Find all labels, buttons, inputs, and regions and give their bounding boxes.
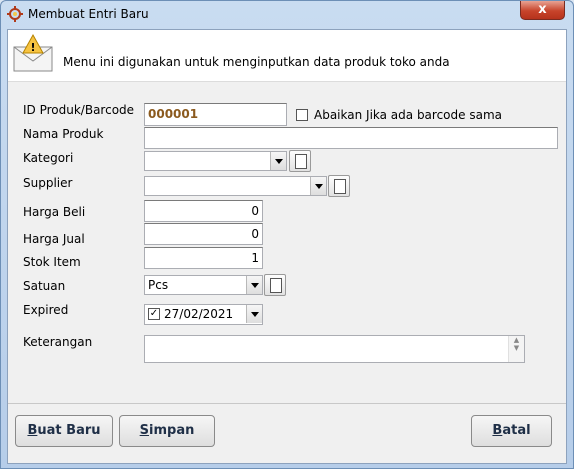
id-produk-input[interactable]: 000001 [144,103,287,126]
svg-text:!: ! [30,41,35,54]
chevron-down-icon[interactable] [310,177,326,195]
ignore-barcode-checkbox[interactable] [296,109,308,121]
dialog-window: Membuat Entri Baru x ! Menu ini digunaka… [0,0,574,469]
expired-datepicker[interactable]: ✓ 27/02/2021 [144,304,263,325]
add-supplier-button[interactable] [328,175,350,197]
kategori-combo[interactable] [144,151,287,171]
keterangan-textarea[interactable]: ▲ ▼ [144,335,525,363]
nama-produk-label: Nama Produk [23,127,104,141]
satuan-value: Pcs [148,278,169,292]
chevron-down-icon[interactable] [270,152,286,170]
harga-jual-label: Harga Jual [23,232,85,246]
chevron-down-icon[interactable] [246,276,262,294]
simpan-mnemonic: S [139,423,150,438]
kategori-label: Kategori [23,151,74,165]
close-button[interactable]: x [520,1,565,20]
harga-beli-input[interactable]: 0 [144,200,263,222]
simpan-button[interactable]: Simpan [119,415,215,447]
batal-mnemonic: B [492,423,503,438]
id-produk-label: ID Produk/Barcode [23,103,135,117]
keterangan-label: Keterangan [23,335,93,349]
expired-value: 27/02/2021 [164,307,234,321]
harga-beli-label: Harga Beli [23,205,86,219]
supplier-label: Supplier [23,176,73,190]
add-kategori-button[interactable] [289,150,311,172]
scrollbar[interactable]: ▲ ▼ [508,336,524,362]
gear-warning-icon [7,6,23,22]
batal-label: atal [502,423,531,438]
title-bar[interactable]: Membuat Entri Baru x [1,1,573,27]
nama-produk-input[interactable] [144,127,558,149]
header-panel: ! Menu ini digunakan untuk menginputkan … [8,30,566,82]
satuan-label: Satuan [23,279,66,293]
ignore-barcode-label: Abaikan Jika ada barcode sama [314,108,502,122]
buat-baru-label: uat Baru [37,423,101,438]
window-title: Membuat Entri Baru [28,7,149,21]
button-bar: Buat Baru Simpan Batal [8,403,566,463]
header-description: Menu ini digunakan untuk menginputkan da… [63,55,450,69]
harga-jual-input[interactable]: 0 [144,223,263,245]
stok-item-label: Stok Item [23,255,81,269]
chevron-down-icon[interactable] [246,305,262,323]
simpan-label: impan [149,423,195,438]
batal-button[interactable]: Batal [471,415,552,447]
buat-baru-mnemonic: B [27,423,38,438]
expired-label: Expired [23,303,69,317]
stok-item-input[interactable]: 1 [144,247,263,269]
envelope-warning-icon: ! [13,33,53,72]
add-satuan-button[interactable] [264,274,286,296]
supplier-combo[interactable] [144,176,327,196]
dialog-client: ! Menu ini digunakan untuk menginputkan … [7,29,567,464]
expired-enable-checkbox[interactable]: ✓ [148,308,160,320]
buat-baru-button[interactable]: Buat Baru [15,415,113,447]
satuan-combo[interactable]: Pcs [144,275,263,295]
